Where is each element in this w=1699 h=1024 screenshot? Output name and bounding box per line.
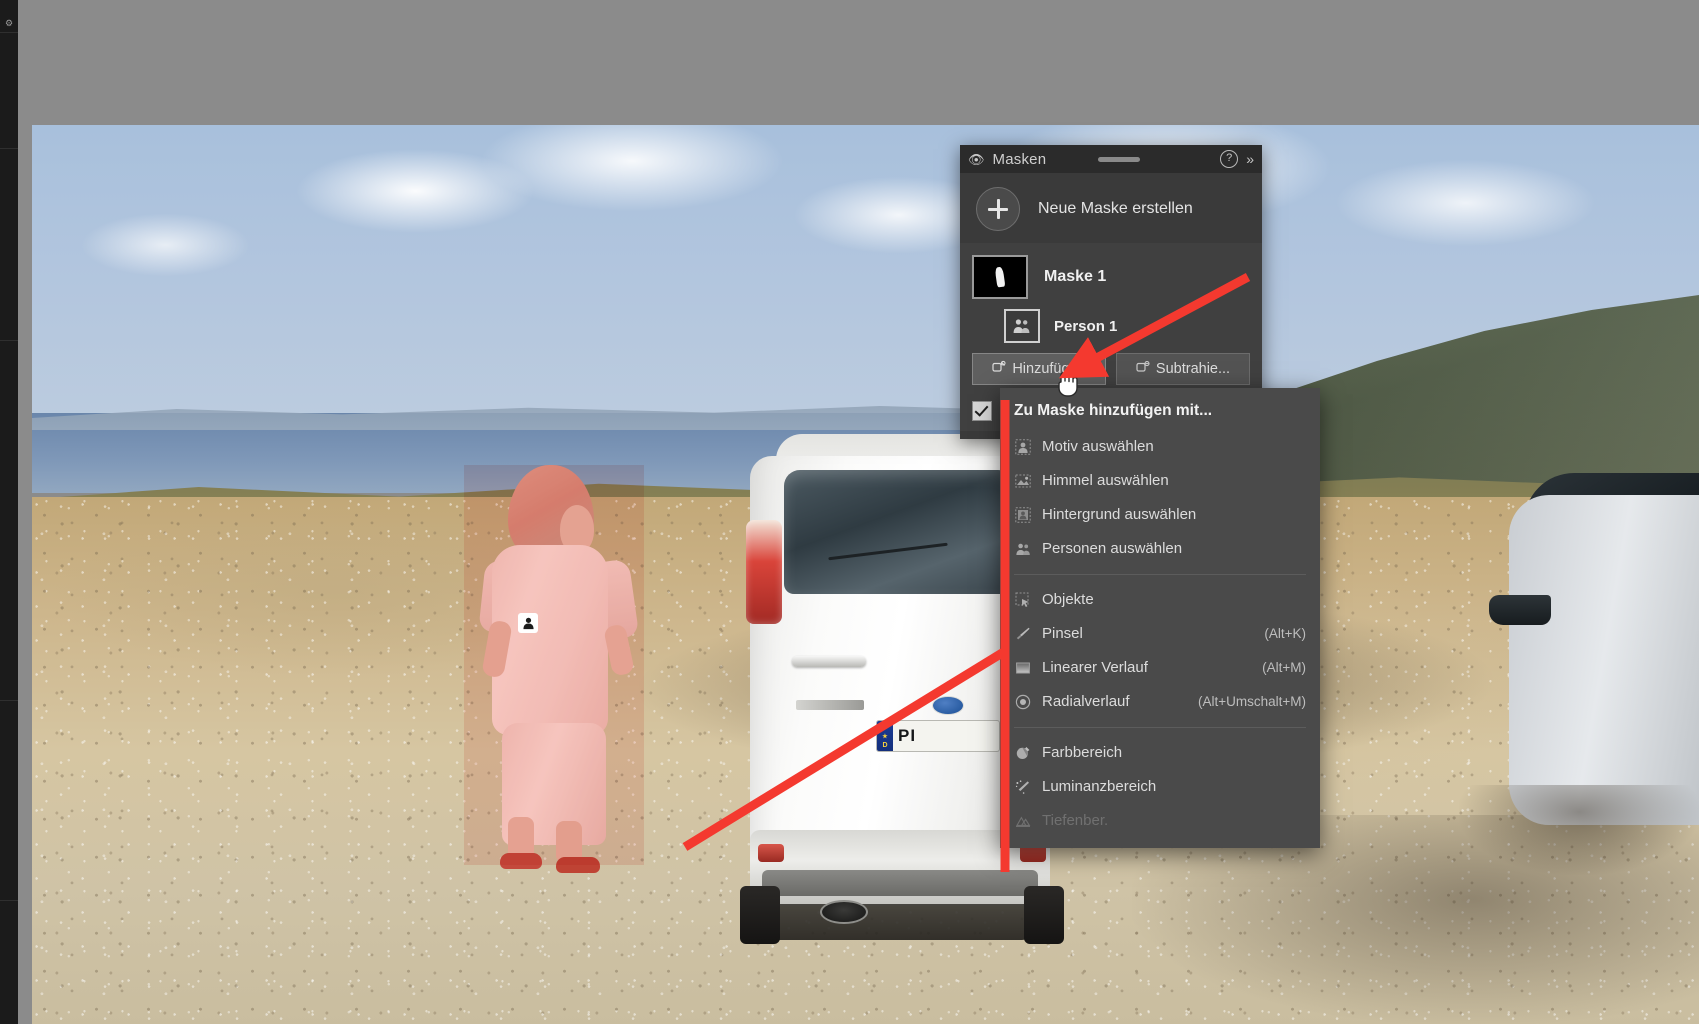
photo-image[interactable]: ★ D PI [32, 125, 1699, 1024]
car-emblem [932, 696, 964, 715]
menu-item-radial-gradient[interactable]: Radialverlauf (Alt+Umschalt+M) [1000, 685, 1320, 719]
mask-thumbnail[interactable] [972, 255, 1028, 299]
menu-item-depth-range: Tiefenber. [1000, 804, 1320, 838]
plate-characters: PI [898, 726, 917, 745]
menu-item-shortcut: (Alt+Umschalt+M) [1197, 694, 1306, 709]
invert-checkbox[interactable] [972, 401, 992, 421]
brush-icon [1014, 625, 1032, 643]
menu-separator [1014, 727, 1306, 728]
menu-header-label: Zu Maske hinzufügen mit... [1014, 402, 1213, 419]
rail-tool-icon[interactable]: ⚙ [2, 18, 16, 28]
second-car [1459, 455, 1699, 875]
panel-title-label: Masken [992, 150, 1047, 168]
application-window: ⚙ ★ D PI 👁 Masken ? » Neue Maske erstell… [0, 0, 1699, 1024]
mask-child-item[interactable]: Person 1 [960, 305, 1262, 349]
plus-icon[interactable] [976, 187, 1020, 231]
subject-icon [1014, 438, 1032, 456]
menu-item-label: Personen auswählen [1042, 540, 1183, 557]
left-toolbar-rail[interactable]: ⚙ [0, 0, 19, 1024]
masked-person[interactable] [464, 465, 644, 873]
linear-gradient-icon [1014, 659, 1032, 677]
radial-gradient-icon [1014, 693, 1032, 711]
menu-item-label: Radialverlauf [1042, 693, 1130, 710]
eye-icon[interactable]: 👁 [968, 153, 985, 166]
menu-item-label: Hintergrund auswählen [1042, 506, 1197, 523]
menu-item-label: Farbbereich [1042, 744, 1123, 761]
menu-item-select-sky[interactable]: Himmel auswählen [1000, 464, 1320, 498]
exhaust-pipe [820, 900, 868, 924]
menu-item-shortcut: (Alt+K) [1264, 626, 1306, 641]
add-to-mask-menu[interactable]: Zu Maske hinzufügen mit... Motiv auswähl… [1000, 388, 1320, 848]
menu-item-brush[interactable]: Pinsel (Alt+K) [1000, 617, 1320, 651]
mask-name-label: Maske 1 [1044, 268, 1107, 285]
menu-item-label: Pinsel [1042, 625, 1083, 642]
menu-item-select-subject[interactable]: Motiv auswählen [1000, 430, 1320, 464]
double-chevron-right-icon[interactable]: » [1246, 151, 1254, 167]
new-mask-label: Neue Maske erstellen [1038, 200, 1193, 217]
subtract-button[interactable]: Subtrahie... [1116, 353, 1250, 385]
objects-select-icon [1014, 591, 1032, 609]
mask-list-item[interactable]: Maske 1 [960, 249, 1262, 305]
menu-item-luminance-range[interactable]: Luminanzbereich [1000, 770, 1320, 804]
background-icon [1014, 506, 1032, 524]
add-mask-icon [992, 360, 1006, 378]
menu-item-select-people[interactable]: Personen auswählen [1000, 532, 1320, 566]
plate-country-code: D [882, 742, 888, 749]
new-mask-button[interactable]: Neue Maske erstellen [960, 173, 1262, 243]
people-icon[interactable] [1004, 309, 1040, 343]
menu-item-label: Objekte [1042, 591, 1094, 608]
mask-child-label: Person 1 [1054, 317, 1118, 335]
menu-item-color-range[interactable]: Farbbereich [1000, 736, 1320, 770]
menu-item-label: Linearer Verlauf [1042, 659, 1148, 676]
subtract-button-label: Subtrahie... [1155, 361, 1231, 377]
question-mark-icon[interactable]: ? [1220, 150, 1239, 168]
menu-item-select-background[interactable]: Hintergrund auswählen [1000, 498, 1320, 532]
menu-item-linear-gradient[interactable]: Linearer Verlauf (Alt+M) [1000, 651, 1320, 685]
person-mask-badge-icon[interactable] [518, 613, 538, 633]
image-canvas[interactable]: ★ D PI [18, 0, 1699, 1024]
menu-item-label: Luminanzbereich [1042, 778, 1157, 795]
mouse-cursor [1055, 368, 1081, 400]
color-range-icon [1014, 744, 1032, 762]
car-mirror [1489, 595, 1551, 625]
add-button[interactable]: Hinzufügen [972, 353, 1106, 385]
luminance-range-icon [1014, 778, 1032, 796]
menu-item-label: Himmel auswählen [1042, 472, 1169, 489]
menu-item-label: Motiv auswählen [1042, 438, 1154, 455]
menu-item-objects[interactable]: Objekte [1000, 583, 1320, 617]
menu-item-shortcut: (Alt+M) [1262, 660, 1306, 675]
drag-handle-icon[interactable] [1098, 156, 1141, 162]
depth-range-icon [1014, 812, 1032, 830]
subtract-mask-icon [1136, 360, 1150, 378]
panel-titlebar[interactable]: 👁 Masken ? » [960, 145, 1262, 173]
menu-item-label: Tiefenber. [1042, 812, 1109, 829]
sky-icon [1014, 472, 1032, 490]
menu-separator [1014, 574, 1306, 575]
license-plate: ★ D PI [876, 720, 1000, 752]
people-icon [1014, 540, 1032, 558]
